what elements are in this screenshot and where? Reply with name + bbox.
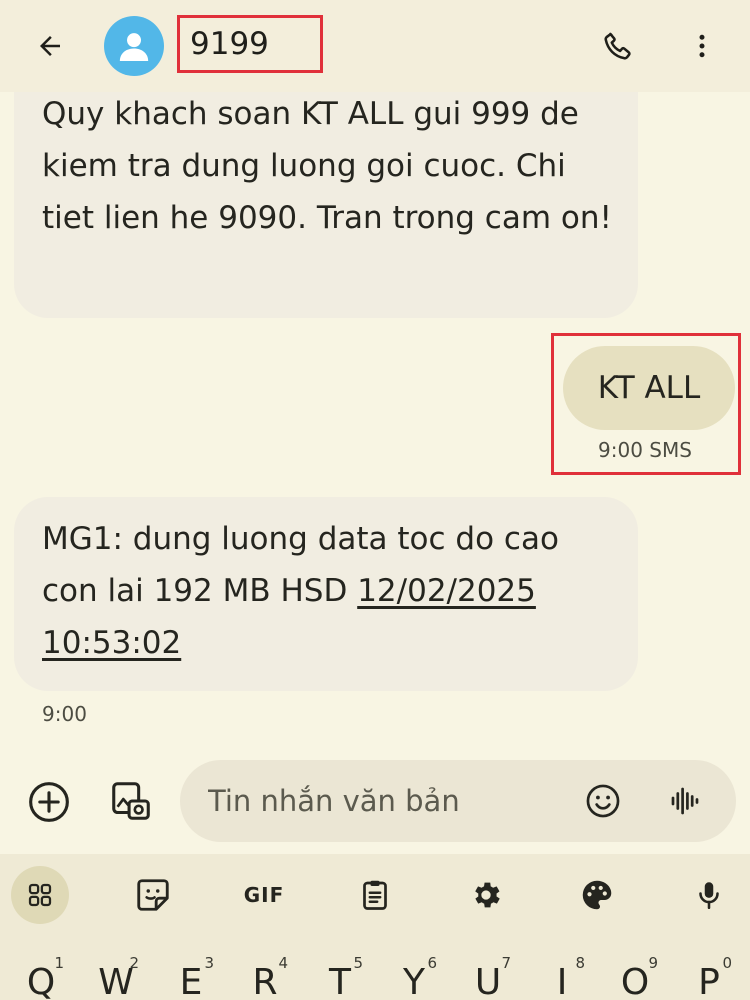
- keyboard-settings-button[interactable]: [457, 866, 515, 924]
- gif-label: GIF: [243, 883, 285, 907]
- key-number-hint: 8: [575, 954, 585, 972]
- message-bubble-incoming[interactable]: MG1: dung luong data toc do cao con lai …: [14, 497, 638, 691]
- key-number-hint: 3: [204, 954, 214, 972]
- key-i[interactable]: I 8: [537, 954, 587, 1000]
- key-label: P: [698, 962, 720, 1000]
- key-label: O: [620, 962, 650, 1000]
- call-button[interactable]: [596, 24, 640, 68]
- clipboard-icon: [363, 880, 387, 910]
- theme-button[interactable]: [568, 866, 626, 924]
- sticker-icon: [137, 879, 169, 911]
- key-label: T: [329, 962, 351, 1000]
- key-label: I: [556, 962, 568, 1000]
- back-button[interactable]: [28, 24, 72, 68]
- key-u[interactable]: U 7: [463, 954, 513, 1000]
- key-number-hint: 0: [722, 954, 732, 972]
- message-input[interactable]: [208, 760, 568, 842]
- key-label: U: [474, 962, 502, 1000]
- emoji-icon: [586, 784, 620, 818]
- contact-title-highlight[interactable]: 9199: [177, 15, 323, 73]
- phone-icon: [604, 32, 631, 60]
- gif-button[interactable]: GIF: [235, 866, 293, 924]
- contact-title: 9199: [190, 26, 269, 62]
- keyboard-apps-button[interactable]: [11, 866, 69, 924]
- voice-input-button[interactable]: [680, 866, 738, 924]
- key-p[interactable]: P 0: [684, 954, 734, 1000]
- key-number-hint: 9: [648, 954, 658, 972]
- more-vert-icon: [699, 34, 705, 58]
- plus-circle-icon: [29, 782, 69, 822]
- key-label: E: [179, 962, 203, 1000]
- sticker-button[interactable]: [124, 866, 182, 924]
- key-label: R: [252, 962, 278, 1000]
- key-number-hint: 5: [353, 954, 363, 972]
- apps-grid-icon: [28, 883, 52, 907]
- key-label: W: [98, 962, 134, 1000]
- emoji-button[interactable]: [582, 780, 624, 822]
- mic-icon: [699, 882, 719, 910]
- message-bubble-outgoing[interactable]: KT ALL: [563, 346, 735, 430]
- settings-icon: [475, 882, 500, 908]
- key-number-hint: 1: [54, 954, 64, 972]
- more-options-button[interactable]: [680, 24, 724, 68]
- gallery-button[interactable]: [106, 776, 156, 826]
- message-meta: 9:00 SMS: [598, 438, 692, 462]
- message-text: Quy khach soan KT ALL gui 999 de kiem tr…: [42, 96, 612, 236]
- add-attachment-button[interactable]: [26, 779, 72, 825]
- person-icon: [119, 33, 149, 61]
- message-text: KT ALL: [597, 370, 701, 406]
- key-r[interactable]: R 4: [240, 954, 290, 1000]
- key-y[interactable]: Y 6: [389, 954, 439, 1000]
- key-number-hint: 4: [278, 954, 288, 972]
- key-t[interactable]: T 5: [315, 954, 365, 1000]
- key-number-hint: 2: [129, 954, 139, 972]
- contact-avatar[interactable]: [104, 16, 164, 76]
- gallery-camera-icon: [112, 782, 150, 820]
- waveform-icon: [671, 787, 699, 815]
- key-number-hint: 6: [427, 954, 437, 972]
- key-label: Q: [26, 962, 56, 1000]
- arrow-left-icon: [40, 36, 60, 56]
- clipboard-button[interactable]: [346, 866, 404, 924]
- app-bar: 9199: [0, 0, 750, 92]
- voice-message-button[interactable]: [664, 780, 706, 822]
- key-label: Y: [403, 962, 425, 1000]
- message-compose-field[interactable]: [180, 760, 736, 842]
- message-meta: 9:00: [42, 702, 87, 726]
- key-w[interactable]: W 2: [91, 954, 141, 1000]
- palette-icon: [582, 880, 612, 910]
- key-e[interactable]: E 3: [166, 954, 216, 1000]
- key-q[interactable]: Q 1: [16, 954, 66, 1000]
- key-number-hint: 7: [501, 954, 511, 972]
- key-o[interactable]: O 9: [610, 954, 660, 1000]
